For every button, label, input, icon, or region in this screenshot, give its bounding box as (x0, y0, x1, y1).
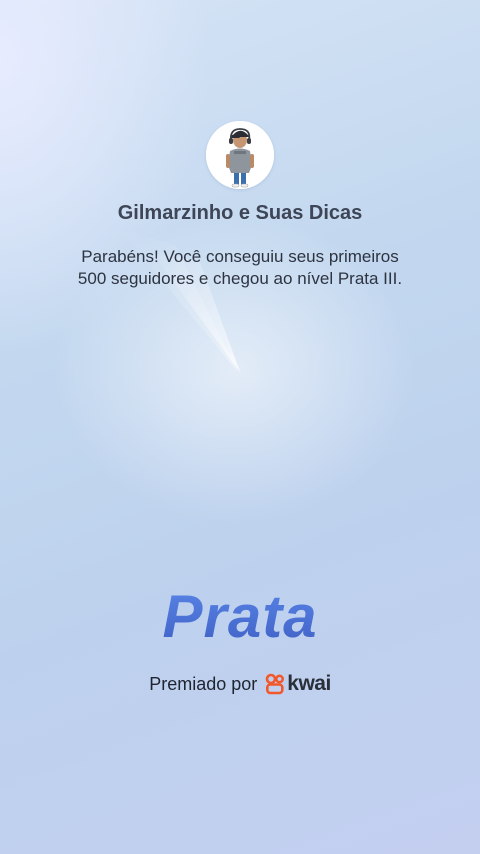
profile-name: Gilmarzinho e Suas Dicas (117, 202, 363, 224)
tier-title: Prata (0, 583, 480, 651)
user-avatar-icon[interactable] (206, 121, 274, 189)
kwai-wordmark: kwai (287, 672, 331, 695)
award-prefix: Premiado por (149, 673, 258, 694)
message-line-2: 500 seguidores e chegou ao nível Prata I… (77, 269, 403, 288)
congratulations-message: Parabéns! Você conseguiu seus primeiros … (40, 246, 440, 290)
award-line: Premiado por kwai (0, 672, 480, 696)
message-line-1: Parabéns! Você conseguiu seus primeiros (81, 247, 399, 266)
kwai-logo-icon (265, 673, 285, 695)
kwai-brand: kwai (265, 672, 331, 696)
